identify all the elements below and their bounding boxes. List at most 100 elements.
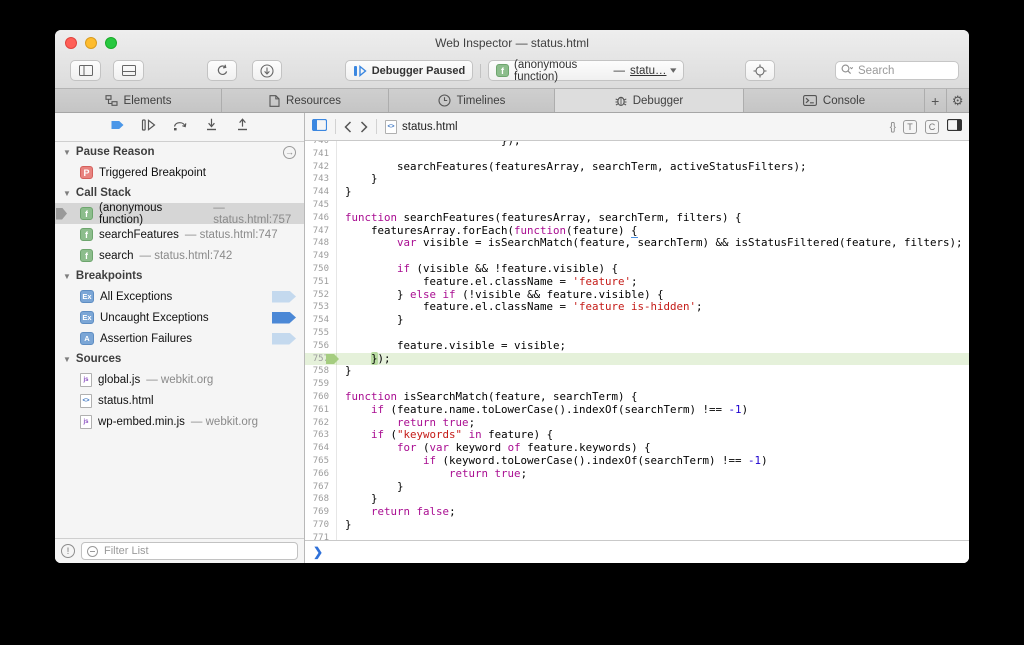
code-line[interactable]: 753 feature.el.className = 'feature is-h… [305,301,969,314]
section-header-breakpoints[interactable]: ▼Breakpoints [55,266,304,286]
close-window-button[interactable] [65,37,77,49]
tab-resources[interactable]: Resources [222,89,389,112]
line-number[interactable]: 762 [305,417,337,430]
source-file-row[interactable]: <>status.html [55,390,304,411]
line-number[interactable]: 756 [305,340,337,353]
call-frame-selector[interactable]: f (anonymous function) — statu… ▾ [488,60,684,81]
settings-button[interactable]: ⚙ [947,89,969,112]
line-number[interactable]: 770 [305,519,337,532]
code-line[interactable]: 770} [305,519,969,532]
step-out-button[interactable] [235,118,250,136]
source-code-editor[interactable]: 740 });741742 searchFeatures(featuresArr… [305,141,969,540]
add-tab-button[interactable]: + [925,89,947,112]
code-line[interactable]: 742 searchFeatures(featuresArray, search… [305,161,969,174]
reload-button[interactable] [207,60,237,81]
breakpoints-toggle-button[interactable] [110,118,125,136]
code-line[interactable]: 748 var visible = isSearchMatch(feature,… [305,237,969,250]
quick-console[interactable]: ❯ [305,540,969,563]
element-picker-button[interactable] [745,60,775,81]
line-number[interactable]: 748 [305,237,337,250]
line-number[interactable]: 758 [305,365,337,378]
filter-list-field[interactable] [81,542,298,560]
code-line[interactable]: 744} [305,186,969,199]
breadcrumb[interactable]: <> status.html [385,120,458,134]
line-number[interactable]: 771 [305,532,337,540]
pause-resume-button[interactable] [141,118,156,136]
call-stack-frame[interactable]: f(anonymous function)— status.html:757 [55,203,304,224]
code-line[interactable]: 771 [305,532,969,540]
download-button[interactable] [252,60,282,81]
call-stack-frame[interactable]: fsearchFeatures— status.html:747 [55,224,304,245]
line-number[interactable]: 746 [305,212,337,225]
dock-side-button[interactable] [70,60,101,81]
tab-console[interactable]: Console [744,89,925,112]
line-number[interactable]: 769 [305,506,337,519]
dock-bottom-button[interactable] [113,60,144,81]
tab-elements[interactable]: Elements [55,89,222,112]
line-number[interactable]: 757 [305,353,337,366]
source-file-row[interactable]: jsglobal.js— webkit.org [55,369,304,390]
debugger-paused-button[interactable]: Debugger Paused [345,60,473,81]
breakpoint-toggle[interactable] [272,291,296,303]
type-profiler-button[interactable]: T [903,120,917,134]
line-number[interactable]: 752 [305,289,337,302]
line-number[interactable]: 740 [305,141,337,148]
breakpoint-row[interactable]: ExAll Exceptions [55,286,304,307]
code-line[interactable]: 766 return true; [305,468,969,481]
section-header-sources[interactable]: ▼Sources [55,349,304,369]
line-number[interactable]: 763 [305,429,337,442]
zoom-window-button[interactable] [105,37,117,49]
line-number[interactable]: 747 [305,225,337,238]
line-number[interactable]: 751 [305,276,337,289]
line-number[interactable]: 766 [305,468,337,481]
filter-list-input[interactable] [102,544,292,558]
code-line[interactable]: 769 return false; [305,506,969,519]
section-header-pause-reason[interactable]: ▼Pause Reason→ [55,142,304,162]
line-number[interactable]: 745 [305,199,337,212]
line-number[interactable]: 750 [305,263,337,276]
line-number[interactable]: 754 [305,314,337,327]
line-number[interactable]: 741 [305,148,337,161]
breakpoint-row[interactable]: ExUncaught Exceptions [55,307,304,328]
line-number[interactable]: 753 [305,301,337,314]
code-line[interactable]: 767 } [305,481,969,494]
breakpoint-toggle[interactable] [272,333,296,345]
minimize-window-button[interactable] [85,37,97,49]
line-number[interactable]: 749 [305,250,337,263]
line-number[interactable]: 742 [305,161,337,174]
code-line[interactable]: 756 feature.visible = visible; [305,340,969,353]
source-file-row[interactable]: jswp-embed.min.js— webkit.org [55,411,304,432]
line-number[interactable]: 755 [305,327,337,340]
line-number[interactable]: 764 [305,442,337,455]
forward-button[interactable] [360,121,368,133]
code-coverage-button[interactable]: C [925,120,939,134]
line-number[interactable]: 760 [305,391,337,404]
code-line[interactable]: 754 } [305,314,969,327]
line-number[interactable]: 767 [305,481,337,494]
line-number[interactable]: 765 [305,455,337,468]
pause-reason-row[interactable]: PTriggered Breakpoint [55,162,304,183]
line-number[interactable]: 768 [305,493,337,506]
navigate-icon[interactable]: → [283,146,296,159]
line-number[interactable]: 759 [305,378,337,391]
toggle-sidebar-button[interactable] [312,118,327,136]
step-over-button[interactable] [172,118,188,136]
call-stack-frame[interactable]: fsearch— status.html:742 [55,245,304,266]
disclosure-triangle-icon[interactable]: ▼ [63,148,71,157]
step-into-button[interactable] [204,118,219,136]
code-line[interactable]: 743 } [305,173,969,186]
toggle-right-sidebar-button[interactable] [947,118,962,136]
tab-debugger[interactable]: Debugger [555,89,744,112]
issues-filter-button[interactable]: ! [61,544,75,558]
line-number[interactable]: 744 [305,186,337,199]
pretty-print-button[interactable]: {} [890,121,895,133]
disclosure-triangle-icon[interactable]: ▼ [63,189,71,198]
code-line[interactable]: 757 }); [305,353,969,366]
tab-timelines[interactable]: Timelines [389,89,555,112]
code-line[interactable]: 740 }); [305,141,969,148]
breakpoint-row[interactable]: AAssertion Failures [55,328,304,349]
back-button[interactable] [344,121,352,133]
line-number[interactable]: 761 [305,404,337,417]
search-input[interactable] [856,64,953,78]
disclosure-triangle-icon[interactable]: ▼ [63,355,71,364]
